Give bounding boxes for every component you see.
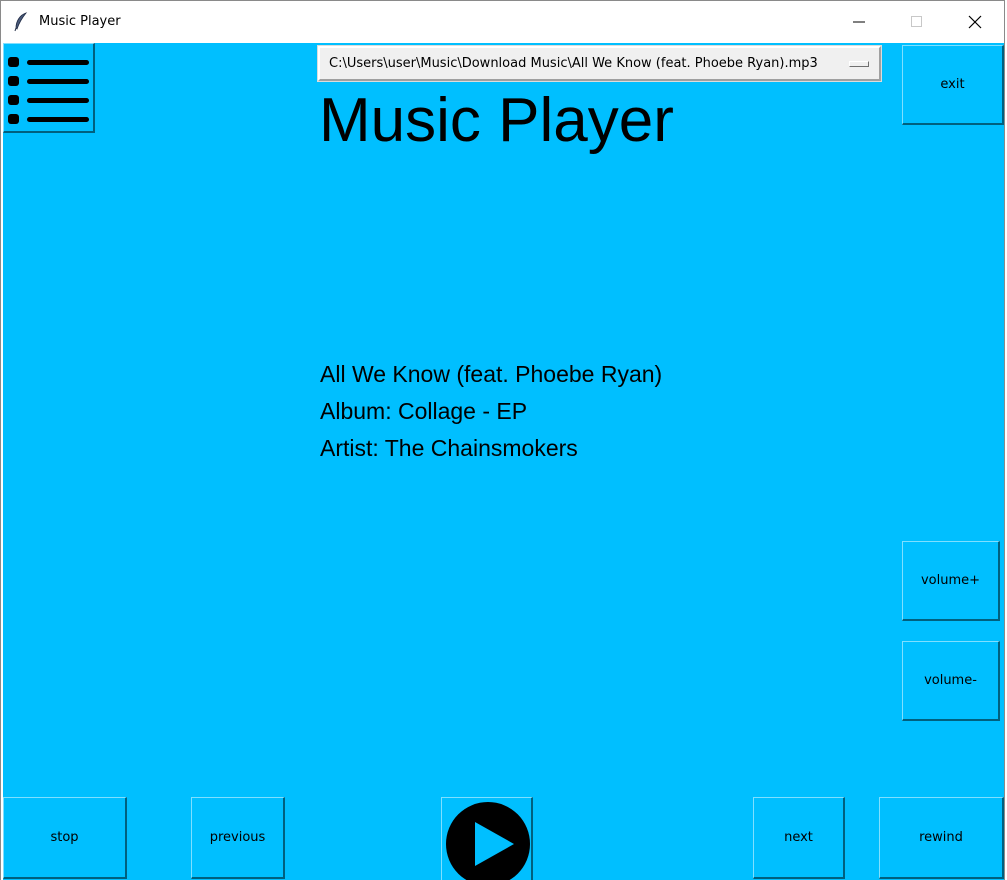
- page-title: Music Player: [319, 86, 674, 155]
- dropdown-indicator-icon: [849, 61, 869, 67]
- close-icon: [968, 15, 982, 29]
- next-button[interactable]: next: [753, 797, 845, 879]
- minimize-icon: [853, 21, 865, 23]
- play-button[interactable]: [441, 797, 533, 880]
- stop-button[interactable]: stop: [3, 797, 127, 879]
- song-title: All We Know (feat. Phoebe Ryan): [320, 361, 663, 387]
- maximize-icon: [911, 16, 922, 27]
- maximize-button[interactable]: [888, 1, 946, 43]
- volume-down-button[interactable]: volume-: [902, 641, 1000, 721]
- player-area: C:\Users\user\Music\Download Music\All W…: [3, 43, 1004, 880]
- exit-button[interactable]: exit: [902, 45, 1004, 125]
- rewind-button[interactable]: rewind: [879, 797, 1004, 879]
- app-window: Music Player C:\Users\user\Music\Downloa…: [0, 0, 1005, 880]
- window-title: Music Player: [39, 14, 121, 29]
- dropdown-selected-value: C:\Users\user\Music\Download Music\All W…: [329, 56, 818, 71]
- feather-icon: [14, 12, 28, 32]
- previous-button[interactable]: previous: [191, 797, 285, 879]
- playlist-menu-button[interactable]: [3, 43, 95, 133]
- volume-up-button[interactable]: volume+: [902, 541, 1000, 621]
- song-album: Album: Collage - EP: [320, 398, 528, 424]
- close-button[interactable]: [946, 1, 1004, 43]
- minimize-button[interactable]: [830, 1, 888, 43]
- play-icon: [446, 802, 530, 880]
- song-artist: Artist: The Chainsmokers: [320, 435, 578, 461]
- list-menu-icon: [7, 56, 89, 124]
- song-select-dropdown[interactable]: C:\Users\user\Music\Download Music\All W…: [317, 45, 882, 82]
- title-bar[interactable]: Music Player: [1, 0, 1004, 43]
